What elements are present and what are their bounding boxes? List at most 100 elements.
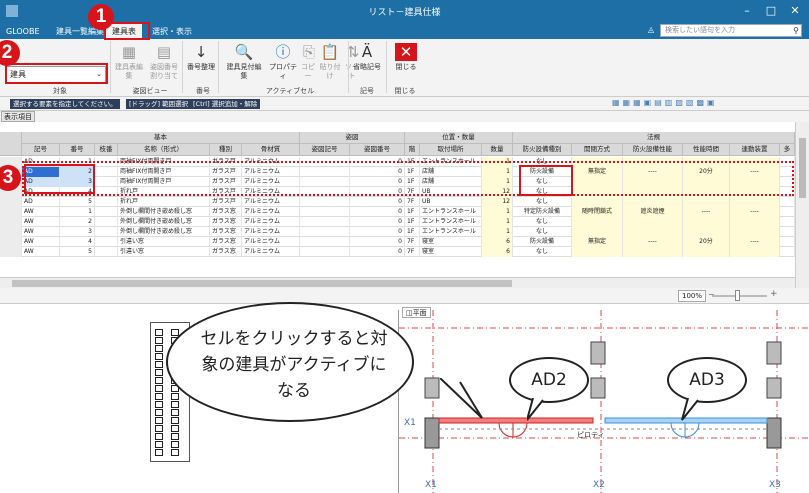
ribbon-button-8[interactable]: Ä 省略記号: [352, 43, 382, 72]
table-row[interactable]: AD 5 折れ戸 ガラス戸 アルミニウム 0 7F UB 12 なし: [0, 197, 795, 207]
column-header[interactable]: 多: [780, 144, 795, 156]
zoom-slider-knob[interactable]: [735, 290, 740, 301]
grid-cell[interactable]: アルミニウム: [242, 217, 300, 227]
grid-cell[interactable]: アルミニウム: [242, 197, 300, 207]
grid-cell[interactable]: AW: [22, 217, 60, 227]
grid-cell[interactable]: 1: [482, 207, 513, 217]
grid-cell[interactable]: 遮炎遮煙: [623, 207, 683, 217]
grid-cell[interactable]: [780, 207, 795, 217]
grid-cell[interactable]: [300, 207, 350, 217]
grid-cell[interactable]: AD: [22, 197, 60, 207]
grid-cell[interactable]: 0: [350, 207, 405, 217]
grid-cell[interactable]: [572, 247, 623, 257]
grid-cell[interactable]: 7F: [405, 197, 420, 207]
column-header[interactable]: 番号: [60, 144, 95, 156]
snap-toolbar-icons[interactable]: ▦▦▦▣▤▥▨▧▩▣: [612, 98, 718, 107]
row-header[interactable]: [0, 237, 22, 247]
zoom-value[interactable]: 100%: [678, 290, 706, 302]
grid-cell[interactable]: 0: [350, 217, 405, 227]
grid-cell[interactable]: 外倒し欄間付き嵌め殺し窓: [118, 217, 210, 227]
row-header[interactable]: [0, 217, 22, 227]
grid-cell[interactable]: [572, 227, 623, 237]
tab-select-display[interactable]: 選択・表示: [146, 24, 198, 39]
grid-cell[interactable]: 1F: [405, 217, 420, 227]
grid-cell[interactable]: 7F: [405, 237, 420, 247]
tab-gloobe[interactable]: GLOOBE: [0, 24, 46, 39]
column-header[interactable]: 姿図記号: [300, 144, 350, 156]
column-header[interactable]: 種別: [210, 144, 242, 156]
grid-cell[interactable]: [300, 197, 350, 207]
row-header[interactable]: [0, 247, 22, 257]
grid-cell[interactable]: [683, 197, 730, 207]
column-header[interactable]: 取付場所: [420, 144, 482, 156]
table-row[interactable]: AW 2 外倒し欄間付き嵌め殺し窓 ガラス窓 アルミニウム 0 1F エントランスホール 1 なし: [0, 217, 795, 227]
grid-cell[interactable]: [730, 247, 780, 257]
grid-cell[interactable]: 1F: [405, 207, 420, 217]
grid-cell[interactable]: [623, 197, 683, 207]
grid-cell[interactable]: 特定防火設備: [513, 207, 572, 217]
grid-cell[interactable]: 0: [350, 247, 405, 257]
ribbon-button-1[interactable]: ▤ 姿図番号 割り当て: [147, 43, 181, 81]
grid-cell[interactable]: AW: [22, 247, 60, 257]
grid-cell[interactable]: ガラス窓: [210, 227, 242, 237]
grid-cell[interactable]: 防火設備: [513, 237, 572, 247]
grid-cell[interactable]: 1: [482, 227, 513, 237]
grid-cell[interactable]: [623, 217, 683, 227]
grid-cell[interactable]: ----: [730, 237, 780, 247]
grid-cell[interactable]: [683, 247, 730, 257]
grid-cell[interactable]: 6: [482, 247, 513, 257]
grid-cell[interactable]: 寝室: [420, 237, 482, 247]
grid-cell[interactable]: AW: [22, 207, 60, 217]
window-close-icon[interactable]: ✕: [784, 3, 806, 19]
zoom-in-icon[interactable]: +: [770, 289, 778, 299]
grid-cell[interactable]: 5: [60, 247, 95, 257]
grid-cell[interactable]: 20分: [683, 237, 730, 247]
zoom-slider[interactable]: [712, 290, 767, 301]
fitting-spec-grid[interactable]: 基本 姿図 位置・数量 法規 記号 番号 枝番 名称（形式） 種別 骨材質 姿図記号 姿図番号階取付場…: [0, 122, 795, 288]
column-header[interactable]: 姿図番号: [350, 144, 405, 156]
grid-cell[interactable]: 5: [60, 197, 95, 207]
grid-cell[interactable]: 1F: [405, 227, 420, 237]
row-header[interactable]: [0, 227, 22, 237]
grid-cell[interactable]: [623, 247, 683, 257]
grid-cell[interactable]: 随時閉鎖式: [572, 207, 623, 217]
grid-cell[interactable]: [300, 217, 350, 227]
table-row[interactable]: AW 4 引違い窓 ガラス窓 アルミニウム 0 7F 寝室 6 防火設備 無指定 ---- 20分 ---…: [0, 237, 795, 247]
grid-cell[interactable]: 外倒し欄間付き嵌め殺し窓: [118, 227, 210, 237]
plan-view-tab[interactable]: ◫平面: [402, 307, 431, 318]
grid-cell[interactable]: 12: [482, 197, 513, 207]
grid-cell[interactable]: 2: [60, 217, 95, 227]
grid-cell[interactable]: [780, 197, 795, 207]
grid-cell[interactable]: [95, 197, 118, 207]
grid-corner[interactable]: [0, 132, 22, 156]
grid-cell[interactable]: 寝室: [420, 247, 482, 257]
ribbon-button-4[interactable]: ⓘ プロパティ: [268, 43, 298, 81]
table-row[interactable]: AW 3 外倒し欄間付き嵌め殺し窓 ガラス窓 アルミニウム 0 1F エントランスホール 1 なし: [0, 227, 795, 237]
maximize-icon[interactable]: □: [760, 3, 782, 19]
grid-cell[interactable]: [780, 247, 795, 257]
grid-cell[interactable]: 0: [350, 237, 405, 247]
column-header[interactable]: 防火設備性能: [623, 144, 683, 156]
column-header[interactable]: 名称（形式）: [118, 144, 210, 156]
column-header[interactable]: 開閉方式: [572, 144, 623, 156]
grid-cell[interactable]: [623, 227, 683, 237]
table-row[interactable]: AW 1 外倒し欄間付き嵌め殺し窓 ガラス窓 アルミニウム 0 1F エントランスホール 1 特定…: [0, 207, 795, 217]
column-header[interactable]: 数量: [482, 144, 513, 156]
ribbon-button-5[interactable]: ⎘ コピー: [298, 43, 318, 81]
grid-cell[interactable]: [730, 197, 780, 207]
grid-cell[interactable]: ----: [623, 237, 683, 247]
grid-cell[interactable]: 折れ戸: [118, 197, 210, 207]
grid-cell[interactable]: [780, 227, 795, 237]
help-icon[interactable]: ◬: [648, 25, 654, 34]
grid-cell[interactable]: [683, 217, 730, 227]
grid-cell[interactable]: ガラス窓: [210, 247, 242, 257]
grid-cell[interactable]: アルミニウム: [242, 227, 300, 237]
grid-cell[interactable]: [95, 227, 118, 237]
grid-cell[interactable]: なし: [513, 217, 572, 227]
grid-cell[interactable]: AW: [22, 237, 60, 247]
grid-cell[interactable]: [95, 217, 118, 227]
grid-vertical-scrollbar[interactable]: [795, 122, 809, 288]
grid-cell[interactable]: ガラス窓: [210, 237, 242, 247]
ribbon-button-2[interactable]: ↓ 番号整理: [186, 43, 216, 72]
grid-cell[interactable]: なし: [513, 197, 572, 207]
